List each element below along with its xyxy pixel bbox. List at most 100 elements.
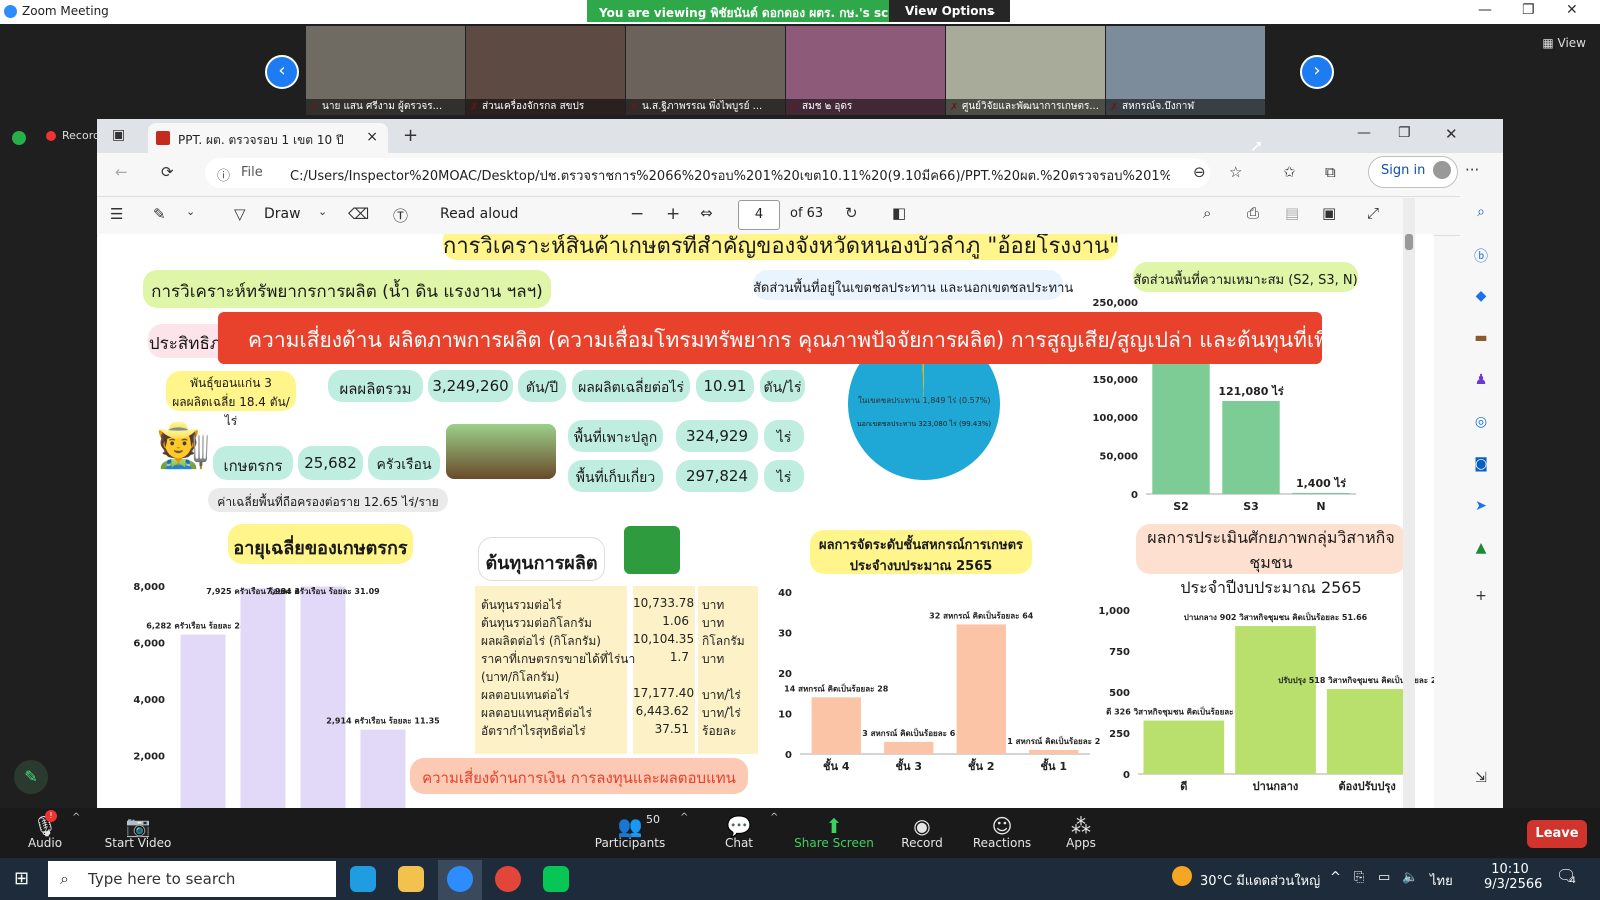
recording-dot-icon [46, 131, 56, 141]
microsoft365-icon[interactable]: ◎ [1470, 414, 1492, 436]
x-tick-label: ชั้น 1 [1041, 758, 1067, 773]
reactions-icon: ☺ [991, 814, 1013, 838]
reload-icon[interactable]: ⟳ [161, 163, 174, 181]
tray-chevron-icon[interactable]: ^ [1330, 870, 1341, 885]
participants-chevron-icon[interactable]: ^ [680, 812, 688, 823]
collections-icon[interactable]: ⧉ [1325, 163, 1336, 181]
tab-pdf[interactable]: PPT. ผต. ตรวจรอบ 1 เขต 10 ปี 66.p × [148, 123, 388, 153]
save-icon[interactable]: ▤ [1285, 204, 1299, 222]
view-options-label: View Options [905, 4, 995, 18]
shopping-tag-icon[interactable]: ◆ [1470, 288, 1492, 310]
weather-text[interactable]: 30°C มีแดดส่วนใหญ่ [1200, 870, 1320, 891]
bing-icon[interactable]: ⓑ [1470, 246, 1492, 268]
participant-tile[interactable]: ✗นาย แสน ศรีงาม ผู้ตรวจร... [306, 26, 465, 115]
sign-in-button[interactable]: Sign in [1368, 156, 1458, 188]
text-icon[interactable]: Ⓣ [393, 205, 408, 226]
tab-actions-icon[interactable]: ▣ [112, 127, 125, 143]
browser-minimize-icon[interactable]: — [1357, 125, 1371, 141]
page-view-icon[interactable]: ◧ [892, 204, 906, 222]
outlook-icon[interactable]: ◙ [1470, 456, 1492, 478]
edge-icon[interactable] [350, 866, 376, 892]
fit-page-icon[interactable]: ⇔ [700, 204, 713, 222]
maximize-icon[interactable]: ❐ [1522, 2, 1535, 18]
participant-tile[interactable]: ✗น.ส.ฐิภาพรรณ พึ่งไพบูรย์ ... [626, 26, 785, 115]
favorites-icon[interactable]: ✩ [1283, 163, 1296, 181]
annotate-pen-icon[interactable]: ✎ [14, 760, 48, 794]
zoom-out-button[interactable]: − [630, 204, 644, 224]
draw-label[interactable]: Draw [264, 206, 301, 222]
view-options-button[interactable]: View Options ⌄ [889, 0, 1010, 22]
participant-tile[interactable]: ✗ส่วนเครื่องจักรกล สขปร [466, 26, 625, 115]
highlight-icon[interactable]: ✎ [153, 205, 166, 223]
file-explorer-icon[interactable] [398, 866, 424, 892]
zoom-in-button[interactable]: + [666, 204, 680, 224]
next-page-button[interactable]: › [1300, 55, 1334, 89]
clock[interactable]: 10:10 9/3/2566 [1484, 862, 1542, 892]
send-icon[interactable]: ➤ [1470, 498, 1492, 520]
participants-button[interactable]: 👥 Participants [585, 814, 675, 850]
line-app-icon[interactable] [543, 866, 569, 892]
sidebar-search-icon[interactable]: ⌕ [1470, 204, 1492, 226]
x-tick-label: S2 [1173, 500, 1189, 513]
search-icon[interactable]: ⌕ [1203, 204, 1211, 222]
add-sidebar-icon[interactable]: + [1470, 588, 1492, 610]
windows-start-icon[interactable]: ⊞ [14, 868, 29, 889]
participant-tile[interactable]: ✗สมช ๒ อุดร [786, 26, 945, 115]
volume-icon[interactable]: 🔈 [1402, 870, 1418, 885]
page-number-input[interactable]: 4 [738, 200, 780, 230]
start-video-button[interactable]: 📷 Start Video [93, 814, 183, 850]
view-button[interactable]: ▦ View [1542, 36, 1586, 50]
record-button[interactable]: ◉ Record [877, 814, 967, 850]
address-bar[interactable]: ⓘ File C:/Users/Inspector%20MOAC/Desktop… [205, 158, 1210, 188]
participant-tile[interactable]: ✗ศูนย์วิจัยและพัฒนาการเกษตร... [946, 26, 1105, 115]
print-icon[interactable]: ⎙ [1247, 204, 1259, 222]
chrome-icon[interactable] [495, 866, 521, 892]
zoom-app-icon[interactable] [447, 866, 473, 892]
reactions-button[interactable]: ☺ Reactions [957, 814, 1047, 850]
audio-chevron-icon[interactable]: ^ [72, 812, 80, 823]
chat-chevron-icon[interactable]: ^ [770, 812, 778, 823]
new-tab-button[interactable]: + [403, 125, 418, 146]
save-as-icon[interactable]: ▣ [1322, 204, 1336, 222]
tools-icon[interactable]: ▬ [1470, 330, 1492, 352]
cost-row-unit: บาท [702, 652, 725, 666]
tab-close-button[interactable]: × [366, 129, 378, 145]
prev-page-button[interactable]: ‹ [265, 55, 299, 89]
fullscreen-icon[interactable]: ⤢ [1367, 204, 1379, 222]
zoom-out-icon[interactable]: ⊖ [1193, 163, 1206, 181]
taskbar-search[interactable]: ⌕ Type here to search [48, 861, 336, 897]
network-icon[interactable]: ▭ [1378, 870, 1390, 885]
language-indicator[interactable]: ไทย [1430, 870, 1453, 891]
more-menu-icon[interactable]: ··· [1465, 161, 1479, 179]
scrollbar[interactable] [1403, 198, 1415, 808]
leave-button[interactable]: Leave [1527, 820, 1587, 848]
tray-device-icon[interactable]: ⎘ [1354, 870, 1364, 885]
chart-bar [240, 588, 286, 808]
close-icon[interactable]: ✕ [1566, 2, 1578, 18]
pdf-page[interactable]: นอกเขตชลประทาน 323,080 ไร่ (99.43%) S2 121… [98, 234, 1434, 808]
share-screen-button[interactable]: ⬆ Share Screen [789, 814, 879, 850]
hide-sidebar-icon[interactable]: ⇲ [1470, 770, 1492, 792]
minimize-icon[interactable]: — [1478, 2, 1492, 18]
eraser-icon[interactable]: ⌫ [348, 205, 369, 223]
participant-tile[interactable]: ✗สหกรณ์จ.บึงกาฬ [1106, 26, 1265, 115]
rotate-icon[interactable]: ↻ [845, 204, 858, 222]
scrollbar-thumb[interactable] [1405, 234, 1413, 250]
draw-chevron-icon[interactable]: ⌄ [318, 205, 327, 218]
draw-icon[interactable]: ▽ [234, 205, 246, 223]
chart-bar [1029, 749, 1079, 754]
highlight-chevron-icon[interactable]: ⌄ [186, 205, 195, 218]
weather-sun-icon[interactable] [1172, 866, 1192, 886]
browser-close-icon[interactable]: ✕ [1445, 125, 1458, 143]
age-title: อายุเฉลี่ยของเกษตรกร [228, 524, 413, 564]
games-icon[interactable]: ♟ [1470, 372, 1492, 394]
apps-button[interactable]: ⁂ Apps [1036, 814, 1126, 850]
y-tick-label: 10 [778, 710, 792, 721]
browser-restore-icon[interactable]: ❐ [1398, 125, 1411, 141]
tree-icon[interactable]: ▲ [1470, 540, 1492, 562]
read-aloud-button[interactable]: Read aloud [440, 206, 518, 222]
pie-slice-label: นอกเขตชลประทาน 323,080 ไร่ (99.43%) [857, 419, 992, 428]
back-arrow-icon[interactable]: ← [115, 163, 128, 181]
favorite-star-icon[interactable]: ☆ [1229, 163, 1242, 181]
contents-icon[interactable]: ☰ [110, 205, 123, 223]
